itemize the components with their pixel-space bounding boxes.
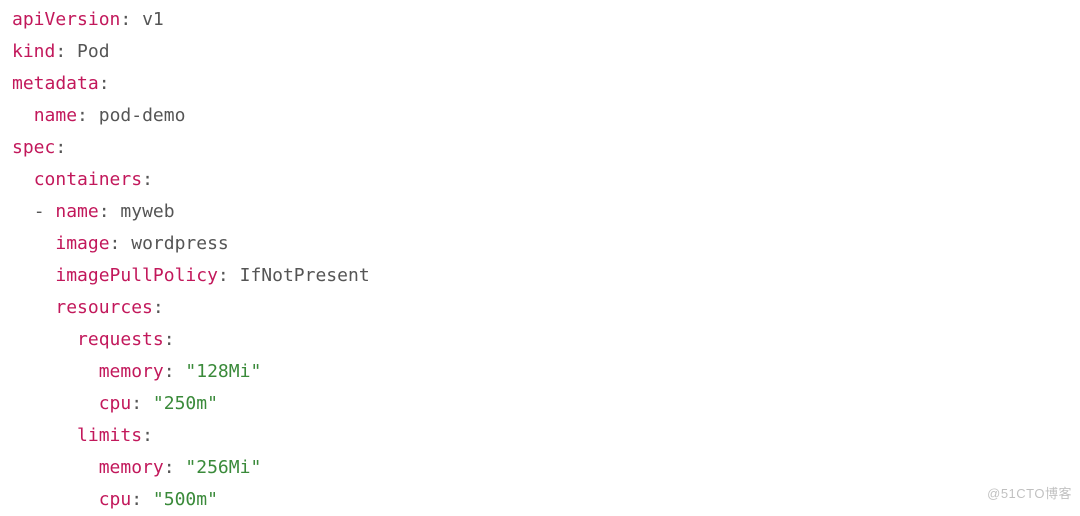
yaml-line: kind: Pod — [12, 41, 110, 62]
yaml-colon: : — [55, 41, 77, 62]
yaml-colon: : — [142, 425, 153, 446]
yaml-key: kind — [12, 41, 55, 62]
yaml-key: memory — [99, 457, 164, 478]
yaml-line: requests: — [12, 329, 175, 350]
yaml-colon: : — [218, 265, 240, 286]
yaml-line: cpu: "500m" — [12, 489, 218, 510]
yaml-line: image: wordpress — [12, 233, 229, 254]
yaml-key: name — [34, 105, 77, 126]
yaml-val: v1 — [142, 9, 164, 30]
yaml-val: IfNotPresent — [240, 265, 370, 286]
yaml-colon: : — [142, 169, 153, 190]
yaml-colon: : — [153, 297, 164, 318]
yaml-key: metadata — [12, 73, 99, 94]
yaml-colon: : — [120, 9, 142, 30]
yaml-colon: : — [164, 329, 175, 350]
yaml-val: "250m" — [153, 393, 218, 414]
yaml-key: cpu — [99, 489, 132, 510]
yaml-key: image — [55, 233, 109, 254]
yaml-line: memory: "128Mi" — [12, 361, 261, 382]
yaml-colon: : — [131, 489, 153, 510]
yaml-line: apiVersion: v1 — [12, 9, 164, 30]
yaml-colon: : — [110, 233, 132, 254]
yaml-key: imagePullPolicy — [55, 265, 218, 286]
yaml-line: name: pod-demo — [12, 105, 185, 126]
yaml-key: requests — [77, 329, 164, 350]
yaml-colon: : — [99, 201, 121, 222]
yaml-line: - name: myweb — [12, 201, 175, 222]
yaml-key: memory — [99, 361, 164, 382]
yaml-key: name — [55, 201, 98, 222]
yaml-key: cpu — [99, 393, 132, 414]
yaml-line: cpu: "250m" — [12, 393, 218, 414]
yaml-key: apiVersion — [12, 9, 120, 30]
yaml-val: "128Mi" — [185, 361, 261, 382]
yaml-val: myweb — [120, 201, 174, 222]
yaml-val: Pod — [77, 41, 110, 62]
yaml-colon: : — [55, 137, 66, 158]
watermark-text: @51CTO博客 — [987, 478, 1072, 510]
yaml-val: pod-demo — [99, 105, 186, 126]
yaml-colon: : — [164, 361, 186, 382]
yaml-colon: : — [131, 393, 153, 414]
yaml-colon: : — [77, 105, 99, 126]
yaml-line: resources: — [12, 297, 164, 318]
yaml-key: spec — [12, 137, 55, 158]
yaml-key: limits — [77, 425, 142, 446]
yaml-key: resources — [55, 297, 153, 318]
yaml-line: spec: — [12, 137, 66, 158]
yaml-line: imagePullPolicy: IfNotPresent — [12, 265, 370, 286]
yaml-key: containers — [34, 169, 142, 190]
yaml-val: "256Mi" — [185, 457, 261, 478]
yaml-line: memory: "256Mi" — [12, 457, 261, 478]
yaml-val: wordpress — [131, 233, 229, 254]
yaml-colon: : — [99, 73, 110, 94]
yaml-code-block: apiVersion: v1 kind: Pod metadata: name:… — [0, 0, 1080, 516]
yaml-line: containers: — [12, 169, 153, 190]
yaml-line: metadata: — [12, 73, 110, 94]
yaml-colon: : — [164, 457, 186, 478]
yaml-val: "500m" — [153, 489, 218, 510]
yaml-dash: - — [34, 201, 56, 222]
yaml-line: limits: — [12, 425, 153, 446]
